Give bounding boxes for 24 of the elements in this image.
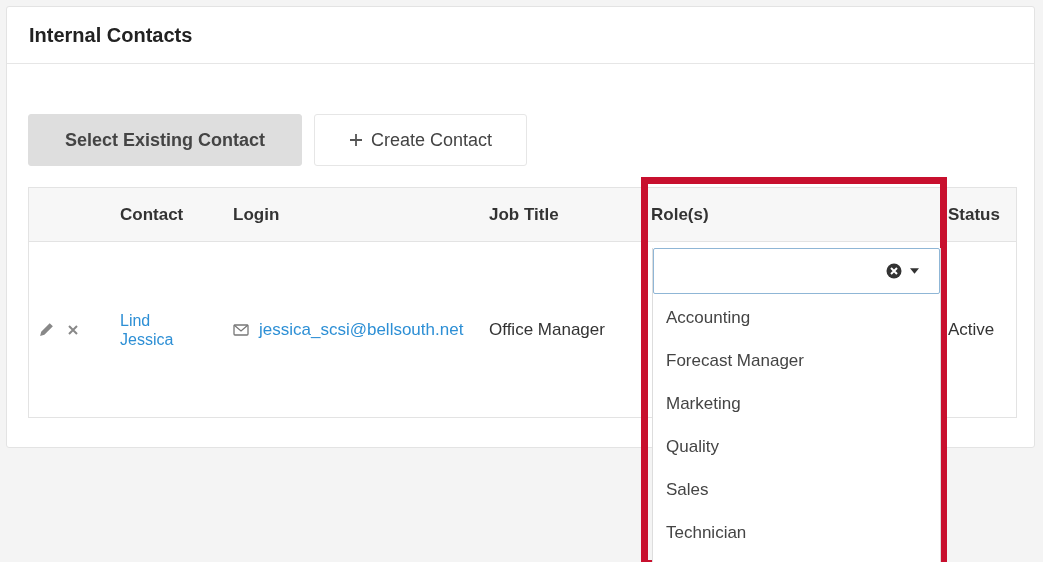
column-header: Contact — [120, 204, 184, 225]
column-header: Role(s) — [651, 204, 709, 225]
contact-button[interactable]: Create Contact — [314, 114, 528, 166]
clear-icon[interactable] — [886, 263, 902, 279]
role-option[interactable]: Forecast Manager — [653, 339, 940, 382]
contact-button[interactable]: Select Existing Contact — [28, 114, 303, 166]
column-header: Status — [948, 204, 1000, 225]
column-header: Job Title — [489, 204, 559, 225]
column-header: Login — [233, 204, 280, 225]
role-option[interactable]: Accounting — [653, 296, 940, 339]
mail-icon — [233, 323, 249, 336]
contact-link[interactable]: Lind Jessica — [120, 310, 174, 349]
panel-title: Internal Contacts — [29, 23, 193, 47]
status-cell: Active — [948, 319, 995, 340]
role-option[interactable]: Sales — [653, 468, 940, 511]
plus-icon — [349, 133, 364, 147]
delete-icon[interactable] — [67, 323, 79, 336]
role-option[interactable]: Quality — [653, 425, 940, 468]
role-option[interactable]: Technician — [653, 511, 940, 554]
email-link[interactable]: jessica_scsi@bellsouth.net — [259, 319, 464, 340]
edit-icon[interactable] — [38, 321, 55, 338]
role-option[interactable]: Marketing — [653, 382, 940, 425]
job-title-cell: Office Manager — [489, 319, 605, 340]
caret-icon[interactable] — [910, 268, 919, 274]
